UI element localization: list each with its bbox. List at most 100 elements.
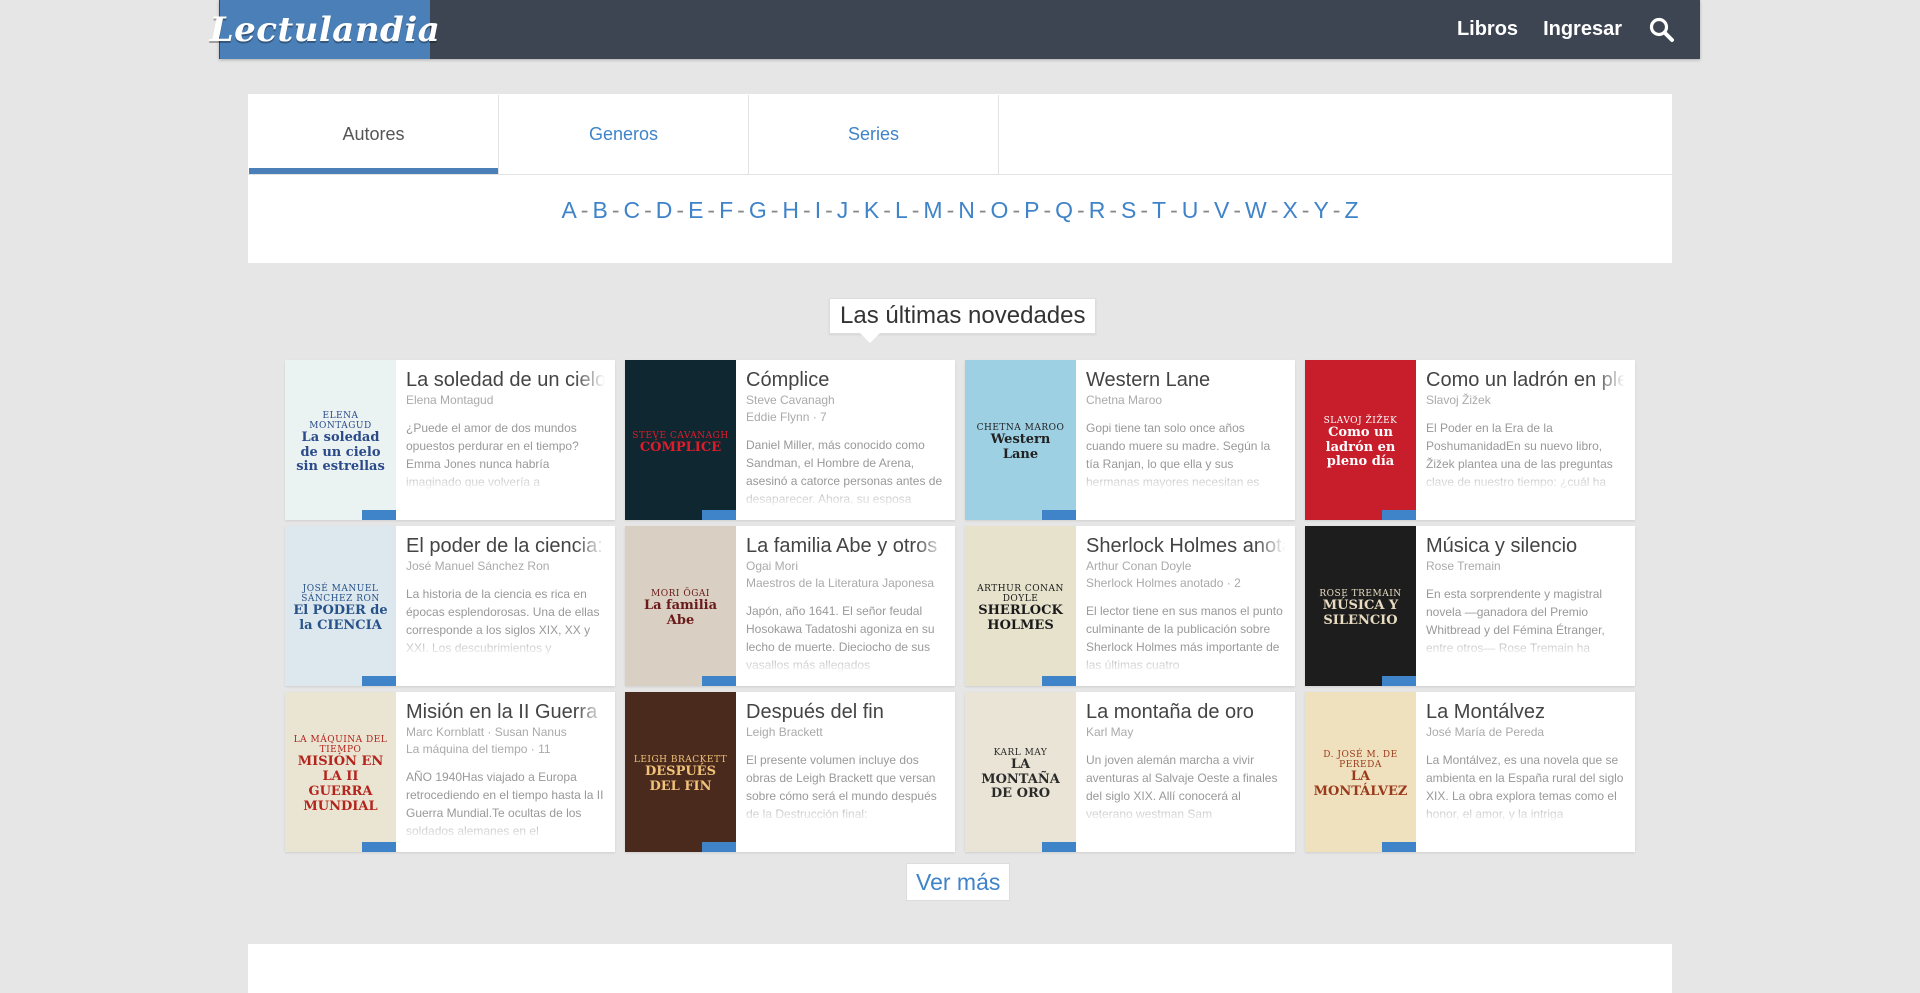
book-author[interactable]: Karl May — [1086, 724, 1285, 741]
book-card[interactable]: D. JOSÉ M. DE PEREDA LA MONTÁLVEZ La Montá… — [1305, 692, 1635, 852]
letter-link-g[interactable]: G — [749, 197, 767, 223]
book-author[interactable]: Marc Kornblatt · Susan Nanus — [406, 724, 605, 741]
book-description: El lector tiene en sus manos el punto cu… — [1086, 604, 1283, 672]
letter-link-f[interactable]: F — [719, 197, 733, 223]
book-title[interactable]: La soledad de un cielo sin estrellas — [406, 368, 605, 392]
book-card[interactable]: Arthur Conan Doyle SHERLOCK HOLMES Sherloc… — [965, 526, 1295, 686]
book-author[interactable]: Arthur Conan Doyle — [1086, 558, 1285, 575]
book-title[interactable]: El poder de la ciencia: Historia social,… — [406, 534, 605, 558]
letter-separator: - — [707, 197, 716, 223]
book-author[interactable]: José Manuel Sánchez Ron — [406, 558, 605, 575]
book-title[interactable]: Cómplice — [746, 368, 945, 392]
letter-link-y[interactable]: Y — [1313, 197, 1328, 223]
book-title[interactable]: La familia Abe y otros relatos — [746, 534, 945, 558]
book-info: La familia Abe y otros relatosOgai MoriM… — [736, 526, 955, 686]
book-cover[interactable]: LEIGH BRACKETT DESPUÉS DEL FIN — [625, 692, 736, 852]
letter-link-t[interactable]: T — [1152, 197, 1166, 223]
book-info: Western Lane Chetna Maroo Gopi tiene tan s… — [1076, 360, 1295, 520]
book-author[interactable]: Elena Montagud — [406, 392, 605, 409]
book-title[interactable]: La montaña de oro — [1086, 700, 1285, 724]
letter-link-r[interactable]: R — [1089, 197, 1106, 223]
letter-link-k[interactable]: K — [864, 197, 879, 223]
site-logo[interactable]: Lectulandia — [210, 0, 440, 59]
book-info: La soledad de un cielo sin estrellasElen… — [396, 360, 615, 520]
letter-link-m[interactable]: M — [923, 197, 942, 223]
book-card[interactable]: Steve Cavanagh CÓMPLICE Cómplice Steve Cava… — [625, 360, 955, 520]
cover-stamp — [362, 510, 396, 520]
book-cover[interactable]: JOSÉ MANUEL SÁNCHEZ RON El PODER de la CI… — [285, 526, 396, 686]
letter-link-s[interactable]: S — [1121, 197, 1136, 223]
book-card[interactable]: LEIGH BRACKETT DESPUÉS DEL FIN Después del… — [625, 692, 955, 852]
tab-autores[interactable]: Autores — [249, 95, 499, 174]
book-author[interactable]: Chetna Maroo — [1086, 392, 1285, 409]
book-title[interactable]: Misión en la II Guerra Mundial — [406, 700, 605, 724]
book-info: La Montálvez José María de Pereda La Montá… — [1416, 692, 1635, 852]
book-cover[interactable]: Steve Cavanagh CÓMPLICE — [625, 360, 736, 520]
book-title[interactable]: Sherlock Holmes anotado — [1086, 534, 1285, 558]
letter-link-l[interactable]: L — [895, 197, 908, 223]
latest-books-grid: ELENA MONTAGUD La soledad de un cielo sin… — [285, 360, 1635, 852]
letter-link-j[interactable]: J — [837, 197, 849, 223]
letter-link-z[interactable]: Z — [1344, 197, 1358, 223]
book-cover[interactable]: Karl May LA MONTAÑA DE ORO — [965, 692, 1076, 852]
book-author[interactable]: Ogai Mori — [746, 558, 945, 575]
letter-link-v[interactable]: V — [1214, 197, 1229, 223]
letter-link-e[interactable]: E — [688, 197, 703, 223]
book-card[interactable]: JOSÉ MANUEL SÁNCHEZ RON El PODER de la CI… — [285, 526, 615, 686]
book-card[interactable]: ELENA MONTAGUD La soledad de un cielo sin… — [285, 360, 615, 520]
book-cover[interactable]: D. JOSÉ M. DE PEREDA LA MONTÁLVEZ — [1305, 692, 1416, 852]
book-title[interactable]: Como un ladrón en pleno día — [1426, 368, 1625, 392]
letter-link-w[interactable]: W — [1245, 197, 1267, 223]
tab-generos[interactable]: Generos — [499, 95, 749, 174]
letter-link-x[interactable]: X — [1282, 197, 1297, 223]
letter-link-a[interactable]: A — [561, 197, 576, 223]
search-button[interactable] — [1647, 15, 1677, 45]
book-card[interactable]: Mori Ōgai La familia Abe La familia Abe y … — [625, 526, 955, 686]
book-title[interactable]: Después del fin — [746, 700, 945, 724]
book-cover[interactable]: LA MÁQUINA DEL TIEMPO MISIÓN EN LA II GUE… — [285, 692, 396, 852]
book-title[interactable]: La Montálvez — [1426, 700, 1625, 724]
letter-link-p[interactable]: P — [1024, 197, 1039, 223]
main-nav: Libros Ingresar — [1457, 0, 1700, 59]
letter-link-d[interactable]: D — [656, 197, 673, 223]
book-author[interactable]: Steve Cavanagh — [746, 392, 945, 409]
letter-link-h[interactable]: H — [782, 197, 799, 223]
book-description: La Montálvez, es una novela que se ambie… — [1426, 753, 1624, 821]
book-cover[interactable]: CHETNA MAROO Western Lane — [965, 360, 1076, 520]
letter-link-q[interactable]: Q — [1055, 197, 1073, 223]
book-card[interactable]: ROSE TREMAIN MÚSICA Y SILENCIO Música y si… — [1305, 526, 1635, 686]
book-title[interactable]: Música y silencio — [1426, 534, 1625, 558]
book-author[interactable]: Rose Tremain — [1426, 558, 1625, 575]
book-card[interactable]: LA MÁQUINA DEL TIEMPO MISIÓN EN LA II GUE… — [285, 692, 615, 852]
letter-separator: - — [852, 197, 860, 223]
book-cover[interactable]: Mori Ōgai La familia Abe — [625, 526, 736, 686]
letter-link-b[interactable]: B — [592, 197, 607, 223]
letter-link-u[interactable]: U — [1182, 197, 1199, 223]
book-author[interactable]: Leigh Brackett — [746, 724, 945, 741]
book-series[interactable]: La máquina del tiempo · 11 — [406, 741, 605, 758]
book-cover[interactable]: SLAVOJ ŽIŽEK Como un ladrón en pleno día — [1305, 360, 1416, 520]
book-card[interactable]: Karl May LA MONTAÑA DE ORO La montaña de o… — [965, 692, 1295, 852]
letter-link-c[interactable]: C — [623, 197, 640, 223]
book-card[interactable]: CHETNA MAROO Western Lane Western Lane Chet… — [965, 360, 1295, 520]
tabs-divider — [248, 174, 1672, 175]
letter-link-i[interactable]: I — [815, 197, 821, 223]
letter-separator: - — [770, 197, 779, 223]
book-title[interactable]: Western Lane — [1086, 368, 1285, 392]
book-description: Gopi tiene tan solo once años cuando mue… — [1086, 421, 1271, 489]
letter-link-n[interactable]: N — [958, 197, 975, 223]
book-series[interactable]: Maestros de la Literatura Japonesa — [746, 575, 945, 592]
letter-link-o[interactable]: O — [991, 197, 1009, 223]
nav-libros-link[interactable]: Libros — [1457, 18, 1518, 41]
book-cover[interactable]: ROSE TREMAIN MÚSICA Y SILENCIO — [1305, 526, 1416, 686]
book-cover[interactable]: Arthur Conan Doyle SHERLOCK HOLMES — [965, 526, 1076, 686]
book-author[interactable]: Slavoj Žižek — [1426, 392, 1625, 409]
book-series[interactable]: Eddie Flynn · 7 — [746, 409, 945, 426]
book-author[interactable]: José María de Pereda — [1426, 724, 1625, 741]
ver-mas-button[interactable]: Ver más — [906, 863, 1011, 901]
book-card[interactable]: SLAVOJ ŽIŽEK Como un ladrón en pleno día C… — [1305, 360, 1635, 520]
tab-series[interactable]: Series — [749, 95, 999, 174]
book-cover[interactable]: ELENA MONTAGUD La soledad de un cielo sin… — [285, 360, 396, 520]
book-series[interactable]: Sherlock Holmes anotado · 2 — [1086, 575, 1285, 592]
nav-ingresar-link[interactable]: Ingresar — [1543, 18, 1622, 41]
